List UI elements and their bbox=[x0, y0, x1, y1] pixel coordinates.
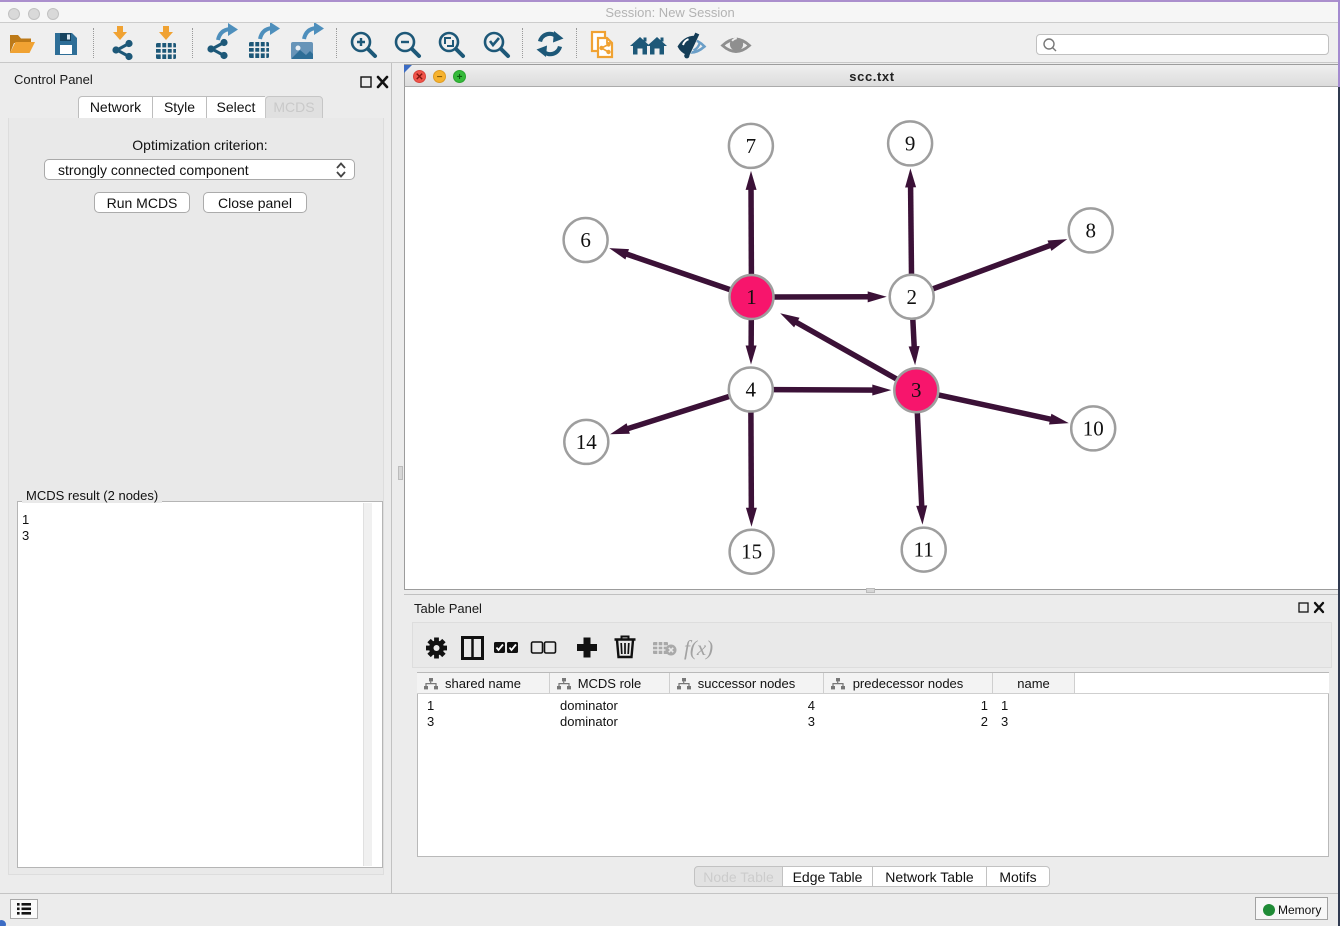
svg-text:2: 2 bbox=[906, 285, 917, 309]
svg-text:8: 8 bbox=[1085, 218, 1096, 242]
svg-text:15: 15 bbox=[741, 540, 762, 564]
svg-text:1: 1 bbox=[746, 285, 757, 309]
svg-text:7: 7 bbox=[746, 134, 757, 158]
svg-text:14: 14 bbox=[576, 430, 598, 454]
svg-text:10: 10 bbox=[1083, 416, 1104, 440]
svg-text:4: 4 bbox=[746, 378, 757, 402]
svg-text:9: 9 bbox=[905, 131, 916, 155]
svg-text:f(x): f(x) bbox=[684, 636, 713, 660]
svg-text:3: 3 bbox=[911, 378, 922, 402]
svg-text:11: 11 bbox=[914, 538, 934, 562]
svg-text:6: 6 bbox=[580, 228, 591, 252]
